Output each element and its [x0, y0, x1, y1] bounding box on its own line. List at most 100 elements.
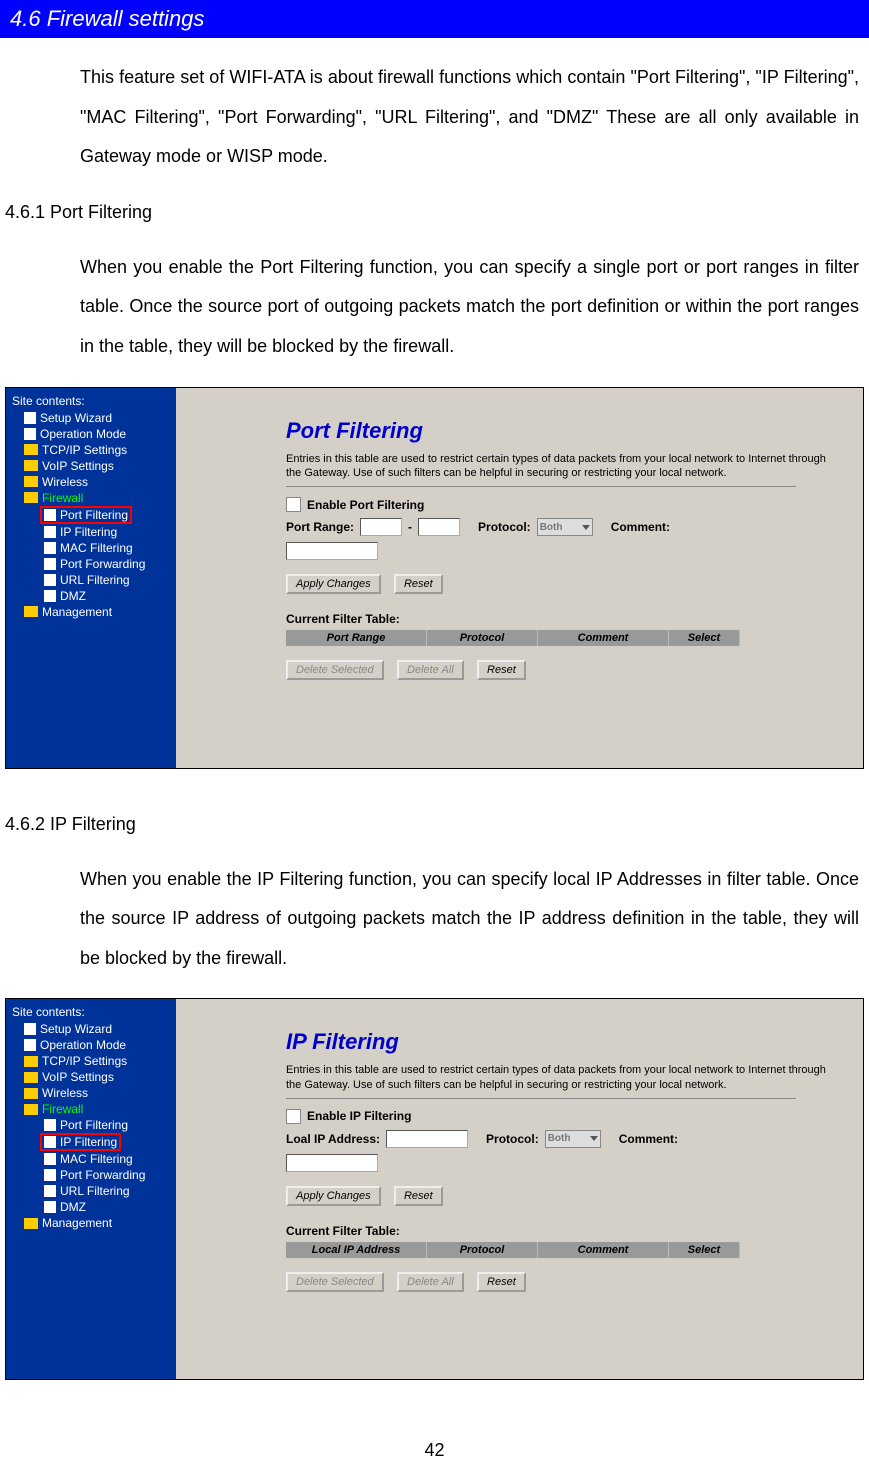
port-range-label: Port Range:	[286, 520, 354, 534]
reset-table-button[interactable]: Reset	[477, 1272, 526, 1292]
content-pane: Port Filtering Entries in this table are…	[176, 388, 863, 768]
ip-text: When you enable the IP Filtering functio…	[0, 840, 869, 989]
th-select: Select	[669, 630, 740, 646]
reset-table-button[interactable]: Reset	[477, 660, 526, 680]
table-label: Current Filter Table:	[286, 612, 843, 626]
protocol-select[interactable]: Both	[545, 1130, 601, 1148]
doc-icon	[44, 542, 56, 554]
apply-button[interactable]: Apply Changes	[286, 1186, 381, 1206]
doc-icon	[44, 1153, 56, 1165]
doc-icon	[44, 1185, 56, 1197]
th-port-range: Port Range	[286, 630, 427, 646]
delete-selected-button[interactable]: Delete Selected	[286, 1272, 384, 1292]
sidebar-item-voip[interactable]: VoIP Settings	[6, 458, 176, 474]
delete-selected-button[interactable]: Delete Selected	[286, 660, 384, 680]
label: Wireless	[42, 475, 88, 489]
protocol-select[interactable]: Both	[537, 518, 593, 536]
apply-button[interactable]: Apply Changes	[286, 574, 381, 594]
th-comment: Comment	[538, 1242, 669, 1258]
divider	[286, 1098, 796, 1099]
label: Management	[42, 605, 112, 619]
sidebar-item-voip[interactable]: VoIP Settings	[6, 1069, 176, 1085]
label: VoIP Settings	[42, 459, 114, 473]
sidebar-item-ip-filtering-highlighted[interactable]: IP Filtering	[40, 1133, 121, 1151]
sidebar-item-port-forwarding[interactable]: Port Forwarding	[6, 556, 176, 572]
chevron-down-icon	[590, 1136, 598, 1141]
label: Operation Mode	[40, 1038, 126, 1052]
section-header: 4.6 Firewall settings	[0, 0, 869, 38]
sidebar-item-wizard[interactable]: Setup Wizard	[6, 410, 176, 426]
dash: -	[408, 520, 412, 534]
sidebar-item-wizard[interactable]: Setup Wizard	[6, 1021, 176, 1037]
ip-input[interactable]	[386, 1130, 468, 1148]
delete-all-button[interactable]: Delete All	[397, 660, 464, 680]
port-from-input[interactable]	[360, 518, 402, 536]
label: IP Filtering	[60, 1135, 117, 1149]
doc-icon	[44, 590, 56, 602]
th-ip: Local IP Address	[286, 1242, 427, 1258]
sidebar-item-wireless[interactable]: Wireless	[6, 474, 176, 490]
folder-icon	[24, 492, 38, 503]
label: Firewall	[42, 491, 83, 505]
folder-icon	[24, 1218, 38, 1229]
sidebar-item-opmode[interactable]: Operation Mode	[6, 426, 176, 442]
label: URL Filtering	[60, 1184, 130, 1198]
screenshot-port-filtering: Site contents: Setup Wizard Operation Mo…	[5, 387, 864, 769]
sidebar-item-firewall[interactable]: Firewall	[6, 1101, 176, 1117]
port-to-input[interactable]	[418, 518, 460, 536]
sidebar-item-dmz[interactable]: DMZ	[6, 1199, 176, 1215]
divider	[286, 486, 796, 487]
sidebar-item-management[interactable]: Management	[6, 604, 176, 620]
pane-title: IP Filtering	[286, 1029, 843, 1055]
sidebar-item-url-filtering[interactable]: URL Filtering	[6, 1183, 176, 1199]
comment-input[interactable]	[286, 1154, 378, 1172]
enable-checkbox[interactable]	[286, 1109, 301, 1124]
enable-label: Enable Port Filtering	[307, 498, 424, 512]
sidebar-item-tcpip[interactable]: TCP/IP Settings	[6, 1053, 176, 1069]
sidebar-item-mac-filtering[interactable]: MAC Filtering	[6, 1151, 176, 1167]
sidebar-item-ip-filtering[interactable]: IP Filtering	[6, 524, 176, 540]
doc-icon	[24, 428, 36, 440]
sidebar-item-port-filtering[interactable]: Port Filtering	[6, 1117, 176, 1133]
subheading-port: 4.6.1 Port Filtering	[0, 187, 869, 228]
sidebar: Site contents: Setup Wizard Operation Mo…	[6, 388, 176, 768]
doc-icon	[44, 526, 56, 538]
doc-icon	[44, 1169, 56, 1181]
sidebar-item-dmz[interactable]: DMZ	[6, 588, 176, 604]
comment-label: Comment:	[611, 520, 670, 534]
label: TCP/IP Settings	[42, 443, 127, 457]
reset-button[interactable]: Reset	[394, 1186, 443, 1206]
folder-icon	[24, 1104, 38, 1115]
doc-icon	[44, 1201, 56, 1213]
label: Setup Wizard	[40, 411, 112, 425]
label: Operation Mode	[40, 427, 126, 441]
comment-input[interactable]	[286, 542, 378, 560]
enable-checkbox[interactable]	[286, 497, 301, 512]
sidebar-item-wireless[interactable]: Wireless	[6, 1085, 176, 1101]
intro-text: This feature set of WIFI-ATA is about fi…	[0, 38, 869, 187]
sidebar-item-port-forwarding[interactable]: Port Forwarding	[6, 1167, 176, 1183]
val: Both	[548, 1133, 571, 1144]
protocol-label: Protocol:	[486, 1132, 539, 1146]
sidebar-item-opmode[interactable]: Operation Mode	[6, 1037, 176, 1053]
folder-icon	[24, 1056, 38, 1067]
val: Both	[540, 522, 563, 533]
sidebar-item-firewall[interactable]: Firewall	[6, 490, 176, 506]
comment-label: Comment:	[619, 1132, 678, 1146]
sidebar-item-url-filtering[interactable]: URL Filtering	[6, 572, 176, 588]
sidebar-item-management[interactable]: Management	[6, 1215, 176, 1231]
reset-button[interactable]: Reset	[394, 574, 443, 594]
sidebar-item-mac-filtering[interactable]: MAC Filtering	[6, 540, 176, 556]
doc-icon	[44, 574, 56, 586]
folder-icon	[24, 460, 38, 471]
port-text: When you enable the Port Filtering funct…	[0, 228, 869, 377]
pane-title: Port Filtering	[286, 418, 843, 444]
delete-all-button[interactable]: Delete All	[397, 1272, 464, 1292]
sidebar-item-tcpip[interactable]: TCP/IP Settings	[6, 442, 176, 458]
sidebar-title: Site contents:	[6, 392, 176, 410]
sidebar-item-port-filtering-highlighted[interactable]: Port Filtering	[40, 506, 132, 524]
label: Port Filtering	[60, 508, 128, 522]
th-protocol: Protocol	[427, 630, 538, 646]
th-select: Select	[669, 1242, 740, 1258]
enable-label: Enable IP Filtering	[307, 1109, 411, 1123]
